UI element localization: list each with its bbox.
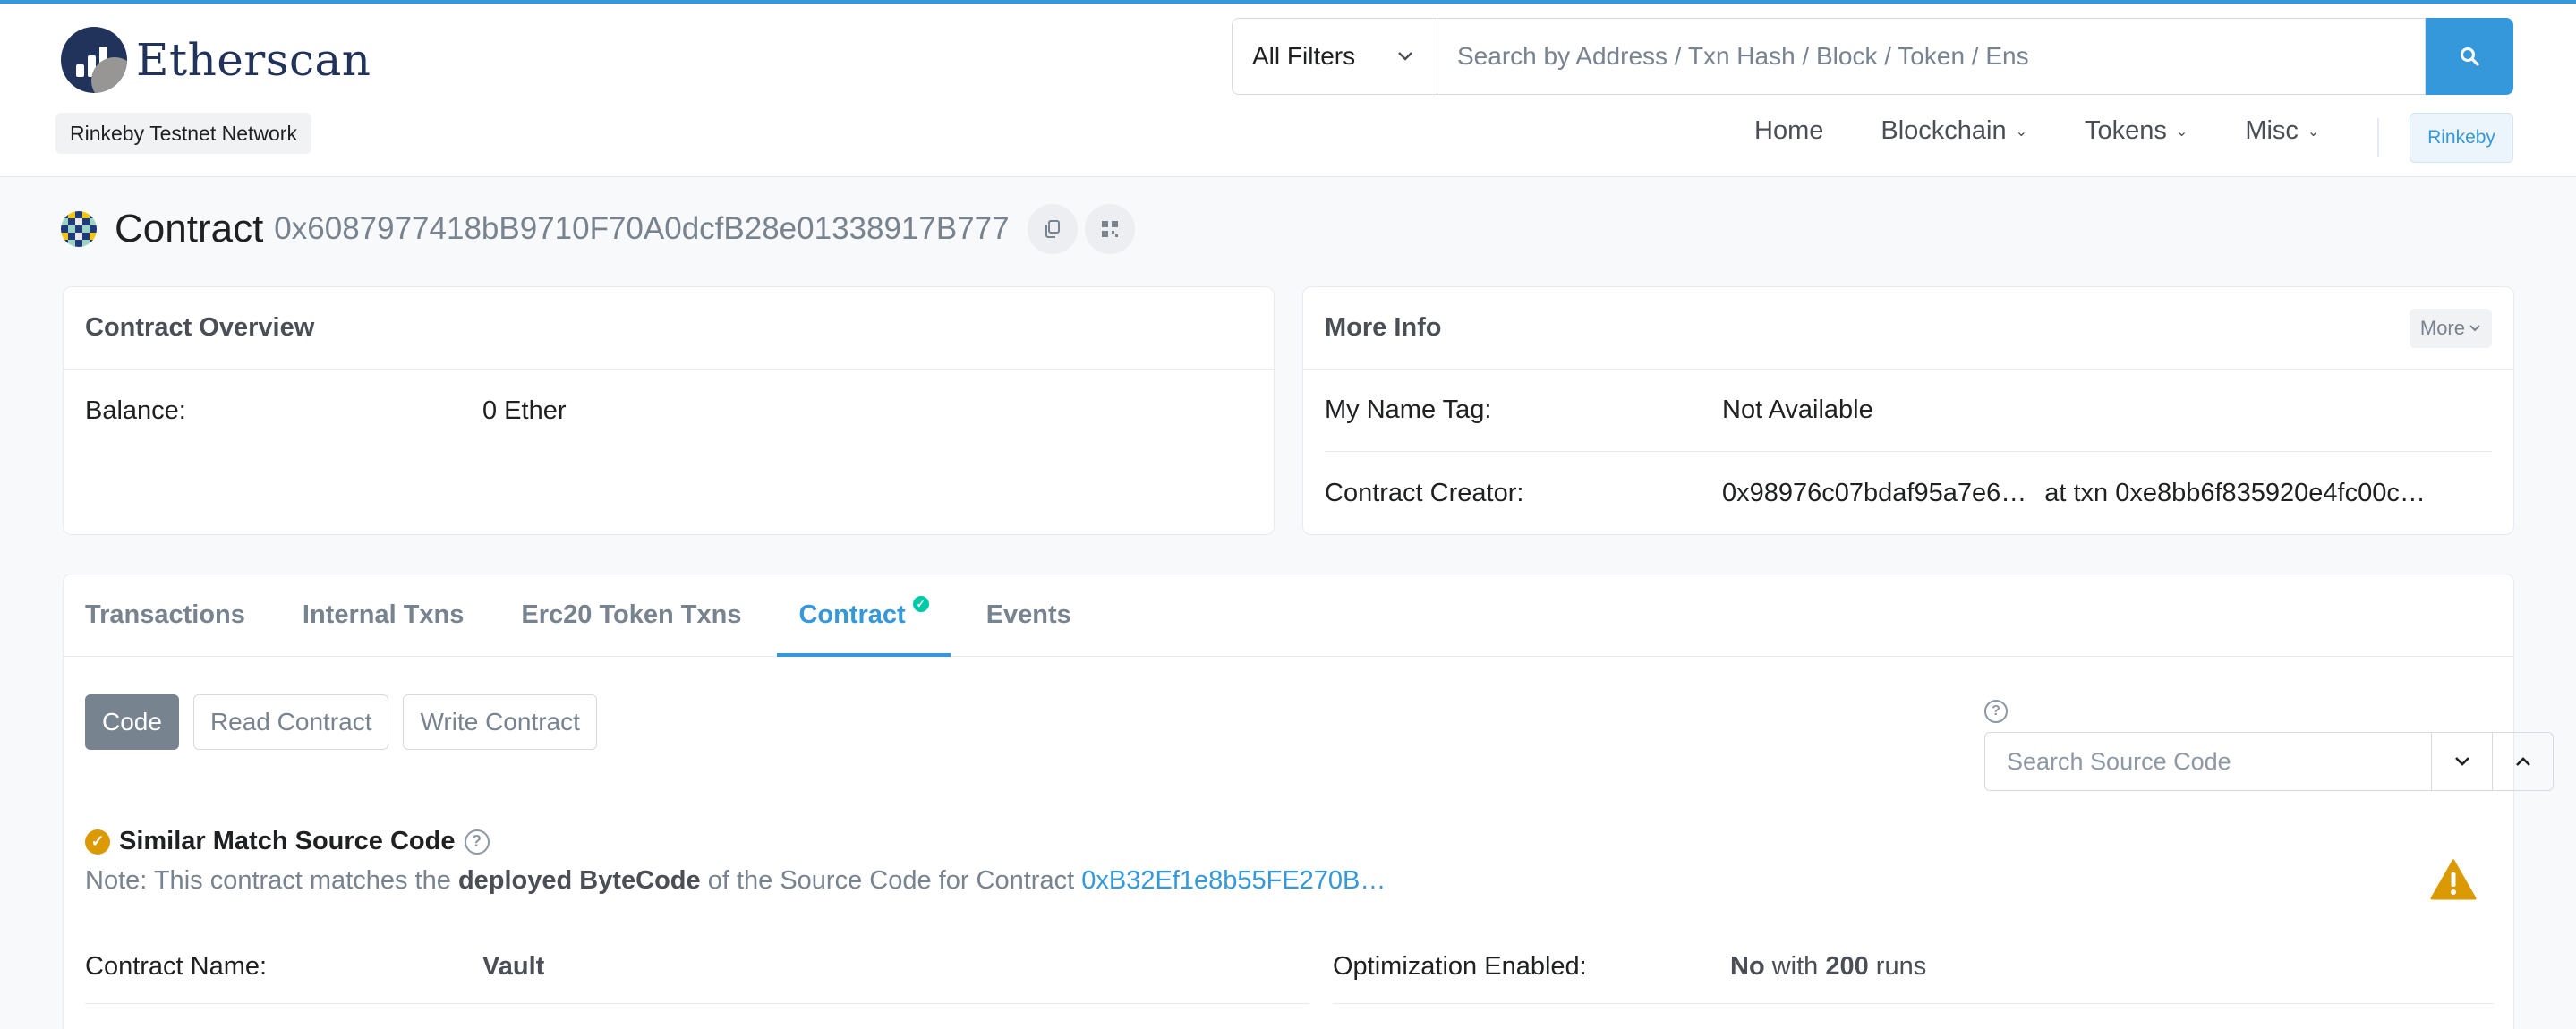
similar-match-heading: ✓ Similar Match Source Code ? — [85, 827, 490, 856]
page-title: Contract 0x6087977418bB9710F70A0dcfB28e0… — [61, 204, 1142, 254]
card-title: Contract Overview — [85, 313, 315, 342]
name-tag-value: Not Available — [1722, 395, 1873, 424]
search-bar: All Filters Search by Address / Txn Hash… — [1232, 18, 2513, 95]
note-prefix: Note: This contract matches the — [85, 866, 458, 895]
tab-label: Contract — [798, 600, 906, 629]
note-mid: of the Source Code for Contract — [700, 866, 1082, 895]
more-button-label: More — [2419, 316, 2465, 339]
warning-icon — [2430, 859, 2477, 905]
contract-name-row: Contract Name: Vault — [85, 931, 1309, 1004]
chevron-down-icon: ⌄ — [2175, 123, 2188, 140]
optimization-label: Optimization Enabled: — [1333, 952, 1587, 981]
contract-tabs-card: Transactions Internal Txns Erc20 Token T… — [63, 574, 2554, 1029]
nav-blockchain-label: Blockchain — [1881, 116, 2007, 145]
chevron-down-icon — [2469, 324, 2480, 331]
nav-blockchain[interactable]: Blockchain ⌄ — [1881, 116, 2027, 146]
nav-divider — [2377, 118, 2379, 157]
etherscan-logo[interactable]: Etherscan — [61, 27, 371, 93]
chevron-up-icon — [2515, 757, 2530, 766]
chevron-down-icon — [2454, 757, 2469, 766]
nav-misc-label: Misc — [2245, 116, 2299, 145]
optimization-row: Optimization Enabled: No with 200 runs — [1333, 931, 2494, 1004]
network-badge: Rinkeby Testnet Network — [55, 113, 311, 154]
page-title-label: Contract — [115, 207, 264, 251]
contract-name-label: Contract Name: — [85, 952, 268, 981]
help-icon[interactable]: ? — [464, 829, 490, 855]
filter-dropdown-label: All Filters — [1252, 42, 1356, 70]
optimization-runs-label: runs — [1868, 952, 1927, 981]
chevron-down-icon: ⌄ — [2015, 123, 2028, 140]
copy-address-button[interactable] — [1027, 204, 1078, 254]
help-icon: ? — [1984, 700, 2008, 723]
verified-check-icon: ✓ — [912, 596, 929, 612]
optimization-value: No with 200 runs — [1730, 952, 1926, 982]
balance-label: Balance: — [85, 395, 186, 425]
contract-address: 0x6087977418bB9710F70A0dcfB28e01338917B7… — [274, 211, 1010, 246]
write-contract-button[interactable]: Write Contract — [403, 694, 597, 750]
search-prev-button[interactable] — [2492, 733, 2553, 790]
tab-contract[interactable]: Contract ✓ — [777, 574, 951, 657]
nav-home-label: Home — [1754, 116, 1824, 145]
nav-home[interactable]: Home — [1754, 116, 1823, 146]
similar-match-note: Note: This contract matches the deployed… — [85, 866, 1386, 896]
search-input[interactable]: Search by Address / Txn Hash / Block / T… — [1437, 18, 2426, 95]
optimization-enabled-value: No — [1730, 952, 1765, 981]
site-header: Etherscan Rinkeby Testnet Network All Fi… — [0, 4, 2576, 177]
nav-tokens-label: Tokens — [2085, 116, 2167, 145]
logo-icon — [61, 27, 127, 93]
nav-tokens[interactable]: Tokens ⌄ — [2085, 116, 2188, 146]
optimization-with: with — [1764, 952, 1826, 981]
tab-internal-txns[interactable]: Internal Txns — [303, 574, 465, 656]
filter-dropdown[interactable]: All Filters — [1232, 18, 1437, 95]
more-dropdown-button[interactable]: More — [2409, 308, 2492, 348]
tab-label: Internal Txns — [302, 600, 465, 629]
check-circle-icon: ✓ — [85, 829, 110, 855]
card-title: More Info — [1325, 313, 1442, 342]
card-header: Contract Overview — [64, 287, 1274, 370]
contract-creator-row: Contract Creator: 0x98976c07bdaf95a7e6… … — [1303, 452, 2513, 534]
logo-text: Etherscan — [136, 34, 371, 86]
tab-events[interactable]: Events — [986, 574, 1071, 656]
contract-creator-label: Contract Creator: — [1325, 478, 1524, 507]
tab-label: Transactions — [85, 600, 245, 629]
more-info-card: More Info More My Name Tag: Not Availabl… — [1302, 286, 2514, 535]
note-bold: deployed ByteCode — [457, 866, 701, 895]
contract-name-value: Vault — [482, 952, 545, 981]
network-selector-button[interactable]: Rinkeby — [2410, 113, 2513, 163]
creator-txn-link[interactable]: 0xe8bb6f835920e4fc00c… — [2115, 479, 2426, 508]
code-button[interactable]: Code — [85, 694, 179, 750]
card-header: More Info More — [1303, 287, 2513, 370]
tab-transactions[interactable]: Transactions — [85, 574, 245, 656]
main-nav: Home Blockchain ⌄ Tokens ⌄ Misc ⌄ — [1754, 116, 2376, 146]
similar-contract-link[interactable]: 0xB32Ef1e8b55FE270B… — [1081, 866, 1386, 895]
creator-address-link[interactable]: 0x98976c07bdaf95a7e6… — [1722, 479, 2026, 508]
tab-label: Events — [985, 600, 1071, 629]
balance-value: 0 Ether — [482, 395, 567, 425]
tab-label: Erc20 Token Txns — [521, 600, 742, 629]
name-tag-label: My Name Tag: — [1325, 395, 1492, 424]
qr-code-icon — [1101, 221, 1118, 237]
search-next-button[interactable] — [2431, 733, 2492, 790]
source-code-search: Search Source Code — [1984, 732, 2554, 791]
source-search-input[interactable]: Search Source Code — [1985, 733, 2431, 790]
address-identicon — [61, 211, 97, 247]
chevron-down-icon — [1398, 52, 1412, 61]
at-txn-label: at txn — [2044, 478, 2109, 507]
contract-subtabs: Code Read Contract Write Contract — [85, 694, 611, 750]
similar-match-title: Similar Match Source Code — [119, 827, 456, 855]
tab-bar: Transactions Internal Txns Erc20 Token T… — [64, 574, 2513, 657]
chevron-down-icon: ⌄ — [2307, 123, 2320, 140]
tab-erc20-token-txns[interactable]: Erc20 Token Txns — [521, 574, 741, 656]
balance-row: Balance: 0 Ether — [64, 370, 1274, 452]
qr-code-button[interactable] — [1084, 204, 1135, 254]
read-contract-button[interactable]: Read Contract — [192, 694, 389, 750]
search-button[interactable] — [2426, 18, 2513, 95]
contract-overview-card: Contract Overview Balance: 0 Ether — [63, 286, 1275, 535]
name-tag-row: My Name Tag: Not Available — [1325, 370, 2492, 452]
nav-misc[interactable]: Misc ⌄ — [2245, 116, 2319, 146]
optimization-runs-count: 200 — [1825, 952, 1869, 981]
source-search-help[interactable]: ? — [1984, 700, 2008, 723]
search-icon — [2461, 47, 2479, 66]
copy-icon — [1045, 220, 1060, 238]
